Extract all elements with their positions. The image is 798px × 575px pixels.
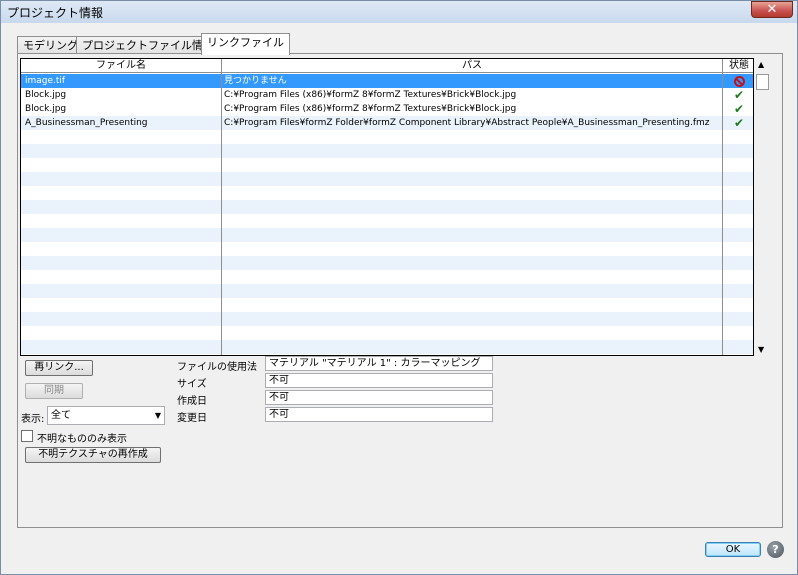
unknown-only-label: 不明なもののみ表示	[37, 434, 127, 445]
cell-filename: image.tif	[25, 76, 66, 86]
tab-project-file-info[interactable]: プロジェクトファイル情報	[76, 36, 220, 54]
table-row[interactable]: Block.jpg C:¥Program Files (x86)¥formZ 8…	[21, 102, 753, 116]
table-row[interactable]: image.tif 見つかりません	[21, 74, 753, 88]
usage-label: ファイルの使用法	[177, 362, 257, 373]
title-bar: プロジェクト情報 ✕	[1, 1, 797, 23]
modified-field: 不可	[265, 407, 493, 422]
cell-path: C:¥Program Files (x86)¥formZ 8¥formZ Tex…	[224, 90, 517, 100]
column-divider[interactable]	[221, 59, 222, 355]
chevron-down-icon: ▼	[154, 411, 161, 420]
tab-modeling[interactable]: モデリング	[17, 36, 84, 54]
cell-filename: Block.jpg	[25, 104, 67, 114]
modified-label: 変更日	[177, 413, 207, 424]
scroll-up-icon[interactable]: ▲	[758, 60, 764, 69]
table-scrollbar[interactable]: ▲ ▼	[755, 58, 770, 356]
table-row[interactable]: Block.jpg C:¥Program Files (x86)¥formZ 8…	[21, 88, 753, 102]
relink-button[interactable]: 再リンク...	[25, 360, 93, 376]
unknown-only-checkbox[interactable]	[21, 430, 33, 442]
recreate-missing-textures-button[interactable]: 不明テクスチャの再作成	[25, 447, 161, 463]
column-divider[interactable]	[722, 59, 723, 355]
created-label: 作成日	[177, 396, 207, 407]
scroll-down-icon[interactable]: ▼	[758, 345, 764, 354]
window-title: プロジェクト情報	[7, 6, 104, 20]
size-field: 不可	[265, 373, 493, 388]
created-field: 不可	[265, 390, 493, 405]
close-button[interactable]: ✕	[751, 1, 793, 18]
cell-filename: A_Businessman_Presenting	[25, 118, 148, 128]
sync-button[interactable]: 同期	[25, 383, 83, 399]
table-header: ファイル名 パス 状態	[21, 59, 753, 73]
project-info-window: プロジェクト情報 ✕ モデリング プロジェクトファイル情報 リンクファイル ファ…	[0, 0, 798, 575]
cell-path: 見つかりません	[224, 76, 287, 86]
filter-value: 全て	[51, 410, 71, 421]
ok-button[interactable]: OK	[705, 542, 761, 557]
cell-path: C:¥Program Files¥formZ Folder¥formZ Comp…	[224, 118, 710, 128]
size-label: サイズ	[177, 379, 207, 390]
filter-label: 表示:	[21, 414, 45, 425]
scroll-thumb[interactable]	[756, 74, 769, 90]
help-icon[interactable]: ?	[767, 541, 784, 558]
column-header-path[interactable]: パス	[222, 59, 722, 73]
tab-linked-files[interactable]: リンクファイル	[201, 33, 290, 55]
usage-field: マテリアル "マテリアル 1" : カラーマッピング	[265, 356, 493, 371]
status-ok-icon: ✔	[733, 116, 745, 130]
cell-filename: Block.jpg	[25, 90, 67, 100]
column-header-filename[interactable]: ファイル名	[21, 59, 221, 73]
status-ok-icon: ✔	[733, 88, 745, 102]
linked-files-table[interactable]: ファイル名 パス 状態 image.tif 見つかりません Block.jpg …	[20, 58, 754, 356]
filter-dropdown[interactable]: 全て ▼	[47, 406, 165, 425]
cell-path: C:¥Program Files (x86)¥formZ 8¥formZ Tex…	[224, 104, 517, 114]
status-ok-icon: ✔	[733, 102, 745, 116]
column-header-status[interactable]: 状態	[723, 59, 753, 73]
table-row[interactable]: A_Businessman_Presenting C:¥Program File…	[21, 116, 753, 130]
